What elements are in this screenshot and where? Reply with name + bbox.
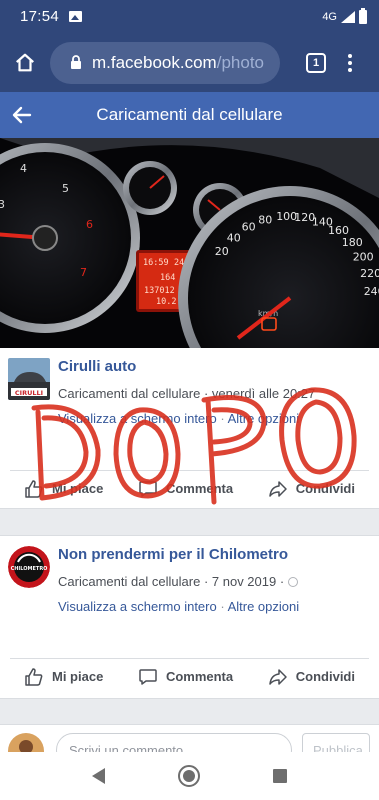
avatar[interactable]: CIRULLI	[8, 358, 50, 400]
image-icon	[69, 11, 83, 22]
lcd-clock: 16:59	[143, 258, 169, 268]
post-meta: Caricamenti dal cellulare · 7 nov 2019 ·	[58, 574, 299, 589]
avatar-text: CIRULLI	[15, 389, 43, 397]
address-bar[interactable]: m.facebook.com/photo	[50, 41, 280, 84]
comment-label: Commenta	[165, 481, 234, 496]
svg-text:4: 4	[20, 162, 27, 175]
post: CHILOMETRO Non prendermi per il Chilomet…	[0, 536, 379, 698]
share-button[interactable]: Condividi	[268, 479, 355, 499]
avatar-text: CHILOMETRO	[11, 566, 48, 572]
network-label: 4G	[322, 10, 337, 23]
more-options-link[interactable]: Altre opzioni	[228, 599, 300, 614]
svg-text:6: 6	[86, 218, 93, 231]
share-label: Condividi	[295, 481, 355, 496]
post-actions: Mi piace Commenta Condividi	[10, 658, 369, 694]
battery-icon	[359, 7, 367, 24]
speed-label: 80	[258, 214, 272, 227]
speed-label: 240	[364, 285, 379, 298]
browser-toolbar: m.facebook.com/photo 1	[0, 33, 379, 92]
home-icon	[16, 53, 34, 71]
back-nav-icon[interactable]	[91, 768, 105, 784]
more-options-link[interactable]: Altre opzioni	[228, 411, 300, 426]
speed-label: 200	[353, 250, 374, 263]
comment-bar: Scrivi un commento... Pubblica	[0, 724, 379, 752]
publish-button[interactable]: Pubblica	[302, 733, 370, 752]
post-links: Visualizza a schermo intero · Altre opzi…	[58, 599, 300, 614]
post-author[interactable]: Cirulli auto	[58, 358, 136, 375]
url-path: /photo	[216, 52, 264, 72]
svg-text:5: 5	[62, 182, 69, 195]
svg-text:3: 3	[0, 198, 5, 211]
status-bar: 17:54 4G	[0, 0, 379, 33]
recents-nav-icon[interactable]	[273, 769, 288, 783]
like-label: Mi piace	[52, 481, 104, 496]
post-links: Visualizza a schermo intero · Altre opzi…	[58, 411, 300, 426]
post-meta-text: Caricamenti dal cellulare · 7 nov 2019 ·	[58, 574, 285, 589]
url-host: m.facebook.com	[92, 52, 217, 72]
speed-label: 20	[215, 245, 229, 258]
dashboard-photo[interactable]: 45673 16:59 24°C 164 km 137012 km 10.2 k…	[0, 138, 379, 348]
post-actions: Mi piace Commenta Condividi	[10, 470, 369, 506]
avatar[interactable]: CHILOMETRO	[8, 546, 50, 588]
share-icon	[269, 480, 287, 497]
speed-label: 180	[342, 236, 363, 249]
svg-text:7: 7	[80, 266, 87, 279]
lock-icon	[71, 55, 81, 69]
like-label: Mi piace	[52, 669, 104, 684]
speed-label: 220	[360, 267, 379, 280]
comment-icon	[139, 480, 157, 497]
signal-icon	[341, 10, 355, 23]
back-arrow-icon[interactable]	[12, 105, 32, 125]
like-button[interactable]: Mi piace	[24, 667, 103, 687]
comment-button[interactable]: Commenta	[138, 479, 233, 499]
view-fullscreen-link[interactable]: Visualizza a schermo intero	[58, 599, 217, 614]
share-button[interactable]: Condividi	[268, 667, 355, 687]
post-separator	[0, 508, 379, 536]
post-separator	[0, 698, 379, 726]
globe-icon	[288, 577, 299, 587]
post-meta: Caricamenti dal cellulare · venerdì alle…	[58, 386, 316, 401]
comment-input[interactable]: Scrivi un commento...	[56, 733, 292, 752]
home-button[interactable]	[0, 33, 50, 92]
status-time: 17:54	[20, 8, 60, 25]
home-nav-icon[interactable]	[177, 765, 200, 787]
post-author[interactable]: Non prendermi per il Chilometro	[58, 546, 288, 563]
comment-button[interactable]: Commenta	[138, 667, 233, 687]
more-icon[interactable]	[348, 53, 352, 72]
system-nav-bar	[0, 752, 379, 800]
post: CIRULLI Cirulli auto Caricamenti dal cel…	[0, 348, 379, 508]
view-fullscreen-link[interactable]: Visualizza a schermo intero	[58, 411, 217, 426]
tabs-icon[interactable]: 1	[306, 52, 326, 73]
page-header: Caricamenti dal cellulare	[0, 92, 379, 138]
comment-label: Commenta	[165, 669, 234, 684]
avatar	[8, 733, 44, 752]
status-indicators: 4G	[322, 7, 367, 24]
share-icon	[269, 668, 287, 685]
like-icon	[25, 667, 43, 686]
speed-label: 40	[227, 231, 241, 244]
speed-label: 60	[242, 221, 256, 234]
like-icon	[25, 479, 43, 498]
share-label: Condividi	[295, 669, 355, 684]
page-title: Caricamenti dal cellulare	[96, 105, 283, 124]
like-button[interactable]: Mi piace	[24, 479, 103, 499]
comment-icon	[139, 668, 157, 685]
